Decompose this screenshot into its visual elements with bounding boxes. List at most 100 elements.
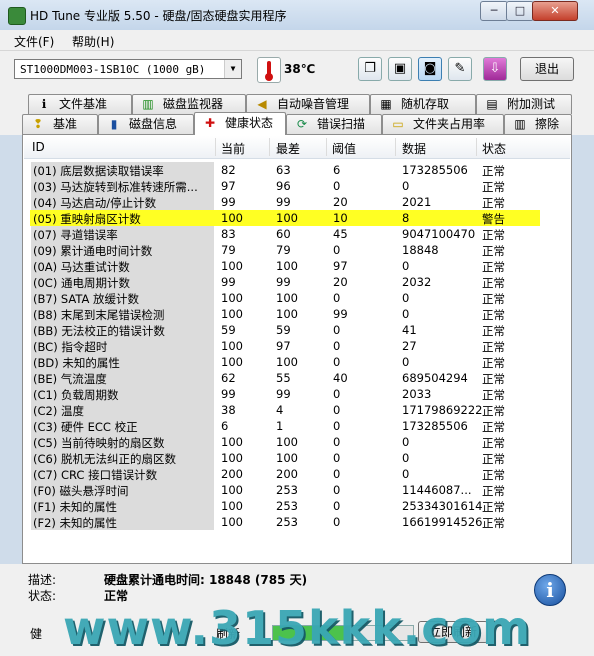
copy-screen-icon[interactable]: ▣ [388,57,412,81]
table-row[interactable]: (C5) 当前待映射的扇区数 100 100 0 0 正常 [30,434,540,450]
tab-benchmark[interactable]: ❢ 基准 [22,114,98,134]
row-worst-cell: 63 [276,163,291,177]
tab-disk-monitor[interactable]: ▥ 磁盘监视器 [132,94,246,114]
row-status-cell: 正常 [482,372,505,386]
table-row[interactable]: (C7) CRC 接口错误计数 200 200 0 0 正常 [30,466,540,482]
row-data-cell: 11446087... [402,483,472,497]
tab-label: 文件夹占用率 [413,117,486,131]
drive-select[interactable]: ST1000DM003-1SB10C (1000 gB) ▼ [14,59,242,79]
row-attribute-name: (0C) 通电周期计数 [33,276,130,290]
row-id-cell: (05) 重映射扇区计数 [31,210,214,226]
tab-folder-usage[interactable]: ▭ 文件夹占用率 [382,114,504,134]
row-thr-cell: 0 [333,387,341,401]
menu-file[interactable]: 文件(F) [14,33,54,50]
table-row[interactable]: (B8) 末尾到末尾错误检测 100 100 99 0 正常 [30,306,540,322]
table-row[interactable]: (04) 马达启动/停止计数 99 99 20 2021 正常 [30,194,540,210]
desc-value: 硬盘累计通电时间: 18848 (785 天) [104,573,308,587]
minimize-button[interactable]: ─ [480,1,508,21]
tab-strip: ℹ 文件基准 ▥ 磁盘监视器 ◀ 自动噪音管理 ▦ 随机存取 ▤ 附加测试 ❢ … [0,89,594,135]
row-thr-cell: 0 [333,515,341,529]
table-row[interactable]: (07) 寻道错误率 83 60 45 9047100470 正常 [30,226,540,242]
row-attribute-name: (0A) 马达重试计数 [33,260,130,274]
row-thr-cell: 0 [333,419,341,433]
table-row[interactable]: (03) 马达旋转到标准转速所需... 97 96 0 0 正常 [30,178,540,194]
row-thr-cell: 0 [333,483,341,497]
tab-erase[interactable]: ▥ 擦除 [504,114,572,134]
row-worst-cell: 100 [276,291,298,305]
tab-label: 附加测试 [507,97,556,111]
row-status-cell: 正常 [482,500,505,514]
desc-label: 描述: [28,573,57,587]
col-worst[interactable]: 最差 [276,140,300,157]
tab-file-benchmark[interactable]: ℹ 文件基准 [28,94,132,114]
row-attribute-name: (BD) 未知的属性 [33,356,120,370]
drive-select-value: ST1000DM003-1SB10C (1000 gB) [20,63,206,76]
table-row[interactable]: (BB) 无法校正的错误计数 59 59 0 41 正常 [30,322,540,338]
table-row[interactable]: (C3) 硬件 ECC 校正 6 1 0 173285506 正常 [30,418,540,434]
row-worst-cell: 100 [276,451,298,465]
row-worst-cell: 55 [276,371,291,385]
row-cur-cell: 82 [221,163,236,177]
tab-extra-tests[interactable]: ▤ 附加测试 [476,94,572,114]
row-status-cell: 正常 [482,180,505,194]
table-row[interactable]: (BC) 指令超时 100 97 0 27 正常 [30,338,540,354]
tab-health[interactable]: ✚ 健康状态 [194,112,286,135]
row-thr-cell: 0 [333,179,341,193]
table-row[interactable]: (BE) 气流温度 62 55 40 689504294 正常 [30,370,540,386]
table-row[interactable]: (C1) 负载周期数 99 99 0 2033 正常 [30,386,540,402]
row-data-cell: 17179869222 [402,403,483,417]
menu-help[interactable]: 帮助(H) [72,33,114,50]
table-row[interactable]: (09) 累计通电时间计数 79 79 0 18848 正常 [30,242,540,258]
row-worst-cell: 100 [276,355,298,369]
table-row[interactable]: (F2) 未知的属性 100 253 0 16619914526 正常 [30,514,540,530]
tab-label: 基准 [53,117,78,131]
row-attribute-name: (09) 累计通电时间计数 [33,244,153,258]
row-cur-cell: 99 [221,195,236,209]
col-status[interactable]: 状态 [482,140,506,157]
tab-noise-management[interactable]: ◀ 自动噪音管理 [246,94,370,114]
download-icon[interactable]: ⇩ [483,57,507,81]
table-row[interactable]: (0A) 马达重试计数 100 100 97 0 正常 [30,258,540,274]
copy-info-icon[interactable]: ❐ [358,57,382,81]
row-attribute-name: (C6) 脱机无法纠正的扇区数 [33,452,176,466]
row-id-cell: (C3) 硬件 ECC 校正 [31,418,214,434]
maximize-button[interactable]: □ [506,1,534,21]
row-thr-cell: 97 [333,259,348,273]
tab-label: 自动噪音管理 [277,97,350,111]
table-row[interactable]: (C2) 温度 38 4 0 17179869222 正常 [30,402,540,418]
row-thr-cell: 0 [333,451,341,465]
table-row[interactable]: (F1) 未知的属性 100 253 0 25334301614 正常 [30,498,540,514]
row-worst-cell: 96 [276,179,291,193]
tools-icon[interactable]: ✎ [448,57,472,81]
col-id[interactable]: ID [32,140,45,154]
col-threshold[interactable]: 阈值 [332,140,356,157]
row-status-cell: 正常 [482,404,505,418]
col-current[interactable]: 当前 [221,140,245,157]
row-data-cell: 0 [402,467,410,481]
tab-error-scan[interactable]: ⟳ 错误扫描 [286,114,382,134]
row-attribute-name: (BC) 指令超时 [33,340,108,354]
tab-random-access[interactable]: ▦ 随机存取 [370,94,476,114]
col-data[interactable]: 数据 [402,140,426,157]
table-row[interactable]: (0C) 通电周期计数 99 99 20 2032 正常 [30,274,540,290]
table-row[interactable]: (01) 底层数据读取错误率 82 63 6 173285506 正常 [30,162,540,178]
chevron-down-icon[interactable]: ▼ [224,60,241,78]
row-data-cell: 8 [402,211,410,225]
row-thr-cell: 0 [333,323,341,337]
row-thr-cell: 0 [333,467,341,481]
table-row[interactable]: (B7) SATA 放缓计数 100 100 0 0 正常 [30,290,540,306]
table-row[interactable]: (C6) 脱机无法纠正的扇区数 100 100 0 0 正常 [30,450,540,466]
row-id-cell: (F2) 未知的属性 [31,514,214,530]
close-button[interactable]: ✕ [532,1,578,21]
tab-disk-info[interactable]: ▮ 磁盘信息 [98,114,194,134]
table-row[interactable]: (F0) 磁头悬浮时间 100 253 0 11446087... 正常 [30,482,540,498]
camera-icon[interactable]: ◙ [418,57,442,81]
exit-button[interactable]: 退出 [520,57,574,81]
row-data-cell: 18848 [402,243,439,257]
row-thr-cell: 10 [333,211,348,225]
table-row-warning[interactable]: (05) 重映射扇区计数 100 100 10 8 警告 [30,210,540,226]
row-cur-cell: 100 [221,355,243,369]
row-cur-cell: 200 [221,467,243,481]
smart-attributes-table[interactable]: ID 当前 最差 阈值 数据 状态 (01) 底层数据读取错误率 82 63 6 173… [22,134,572,564]
table-row[interactable]: (BD) 未知的属性 100 100 0 0 正常 [30,354,540,370]
